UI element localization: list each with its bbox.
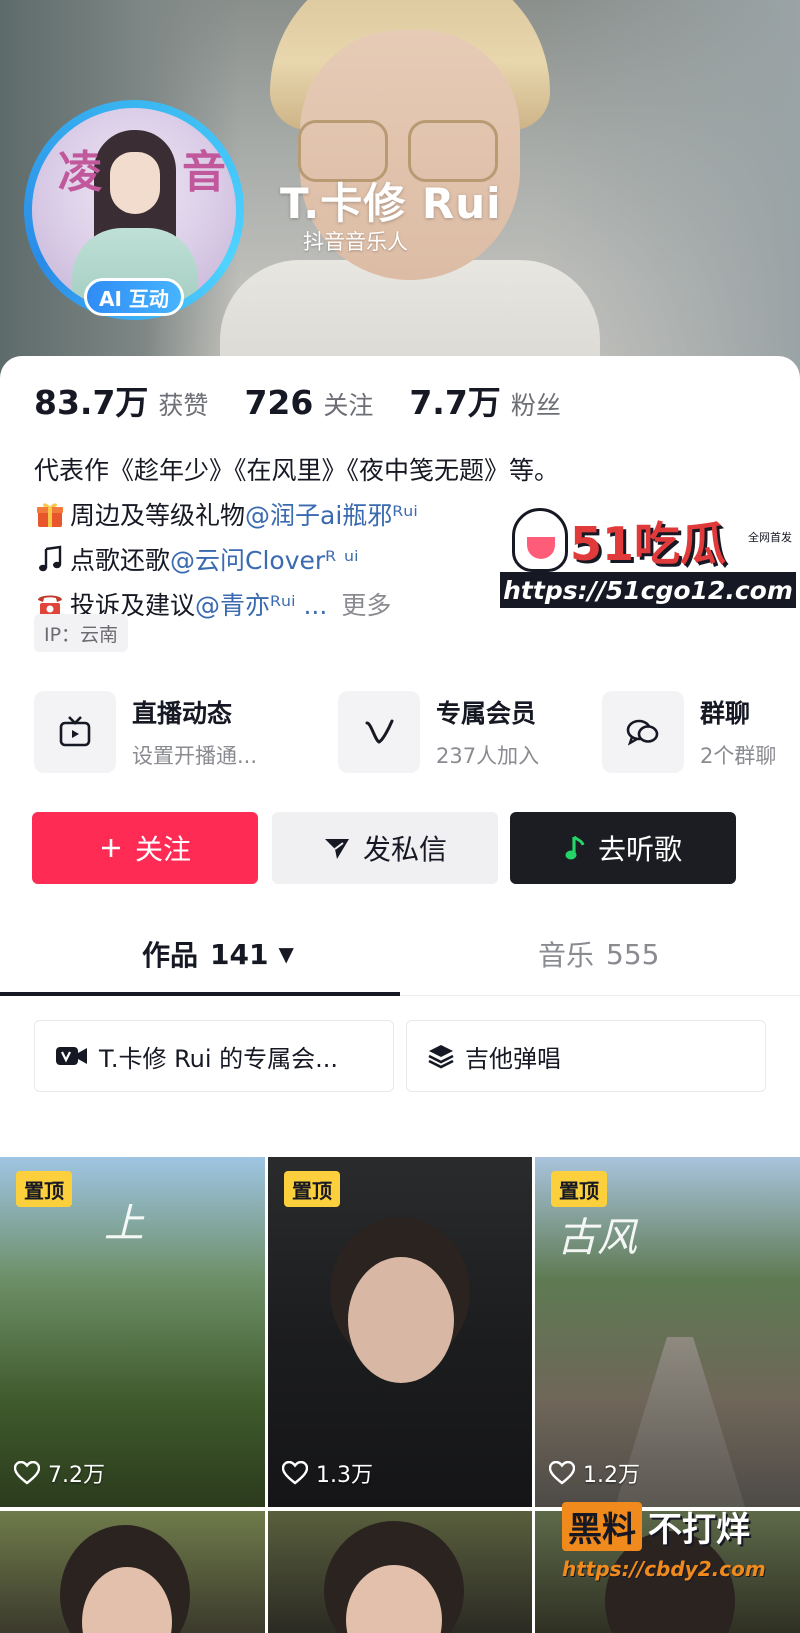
music-note-icon [34,543,66,575]
heart-icon [14,1461,40,1485]
profile-subtitle: 抖音音乐人 [303,230,408,254]
tab-works-count: 141 [210,937,269,971]
service-membership-title: 专属会员 [436,699,537,728]
service-group-title: 群聊 [700,699,751,728]
watermark-cbdy-box: 黑料 [562,1502,642,1551]
video-overlay-text: 上 [104,1201,144,1247]
collections-row: T.卡修 Rui 的专属会... 吉他弹唱 [34,1020,774,1092]
collection-member-exclusive[interactable]: T.卡修 Rui 的专属会... [34,1020,394,1092]
gift-icon [34,498,66,530]
video-tile[interactable] [268,1511,532,1633]
service-live-sub: 设置开播通... [132,744,258,768]
mention-gifts[interactable]: @润子ai瓶邪ᴿᵘⁱ [245,496,418,532]
video-tile[interactable]: 上 置顶 7.2万 [0,1157,265,1507]
ip-location-tag: IP：云南 [34,614,129,652]
watermark-51cg: 51吃瓜 全网首发 https://51cgo12.com [500,508,796,612]
service-group-sub: 2个群聊 [700,744,777,768]
tab-active-indicator [0,992,400,996]
video-likes-count: 7.2万 [48,1463,105,1488]
service-group-chat[interactable]: 群聊 2个群聊 [602,674,776,790]
chat-bubbles-icon [602,691,684,773]
video-likes-count: 1.3万 [316,1463,373,1488]
content-tabs: 作品 141 ▼ 音乐 555 [0,912,800,996]
watermark-51cg-logo: 51吃瓜 [570,517,727,571]
service-live-title: 直播动态 [132,699,233,728]
video-tile[interactable]: 古风 置顶 1.2万 [535,1157,800,1507]
tab-works-label: 作品 [142,939,199,972]
ai-interaction-badge[interactable]: AI 互动 [84,278,184,316]
pinned-badge: 置顶 [551,1171,607,1207]
video-overlay-text: 古风 [557,1215,637,1261]
collection-guitar-label: 吉他弹唱 [465,1044,561,1073]
collection-guitar[interactable]: 吉他弹唱 [406,1020,766,1092]
services-row: 直播动态 设置开播通... 专属会员 237人加入 群聊 2个群聊 [34,674,800,794]
music-note-green-icon [564,834,586,862]
video-likes: 1.2万 [549,1457,640,1489]
watermark-cbdy-url: https://cbdy2.com [562,1557,766,1581]
tab-works[interactable]: 作品 141 ▼ [142,912,294,996]
v-badge-icon [338,691,420,773]
video-likes: 7.2万 [14,1457,105,1489]
video-likes-count: 1.2万 [583,1463,640,1488]
followers-count[interactable]: 7.7万 [409,376,500,424]
heart-icon [282,1461,308,1485]
follow-button[interactable]: 关注 [32,812,258,884]
follow-button-label: 关注 [134,833,191,866]
bio-line-works: 代表作《趁年少》《在风里》《夜中笺无题》等。 [34,446,714,491]
heart-icon [549,1461,575,1485]
likes-count: 83.7万 [34,383,149,422]
profile-header: 凌 音 AI 互动 T.卡修 Rui 抖音音乐人 [0,0,800,380]
following-count[interactable]: 726 [244,383,313,422]
watermark-cbdy-text: 不打烊 [648,1510,750,1550]
service-membership[interactable]: 专属会员 237人加入 [338,674,539,790]
collection-member-label: T.卡修 Rui 的专属会... [99,1044,339,1073]
listen-music-label: 去听歌 [597,833,682,866]
action-buttons: 关注 发私信 去听歌 [32,812,768,884]
service-membership-sub: 237人加入 [436,744,540,768]
bio-works-text: 代表作《趁年少》《在风里》《夜中笺无题》等。 [34,455,560,485]
watermark-51cg-url: https://51cgo12.com [500,572,796,608]
bio-songs-text: 点歌还歌 [70,545,171,575]
mention-complaints[interactable]: @青亦ᴿᵘⁱ ... [195,586,327,622]
pinned-badge: 置顶 [16,1171,72,1207]
bio-gifts-text: 周边及等级礼物 [70,500,246,530]
likes-label: 获赞 [158,391,209,420]
profile-name: T.卡修 Rui [280,179,502,228]
followers-label[interactable]: 粉丝 [511,386,561,422]
message-button[interactable]: 发私信 [272,812,498,884]
caret-down-icon[interactable]: ▼ [278,942,293,966]
service-live-updates[interactable]: 直播动态 设置开播通... [34,674,257,790]
message-button-label: 发私信 [362,833,447,866]
video-tile[interactable]: 置顶 1.3万 [268,1157,532,1507]
video-member-icon [55,1044,89,1068]
tv-icon [34,691,116,773]
watermark-cbdy: 黑料 不打烊 https://cbdy2.com [562,1502,798,1590]
avatar[interactable]: 凌 音 AI 互动 [24,100,244,320]
avatar-calligraphy-left: 凌 [58,147,102,198]
send-icon [323,835,351,861]
video-likes: 1.3万 [282,1457,373,1489]
layers-icon [427,1042,455,1070]
pinned-badge: 置顶 [284,1171,340,1207]
tab-music-count: 555 [606,937,660,971]
video-tile[interactable] [0,1511,265,1633]
panda-mascot-icon [512,508,568,572]
tab-music-label: 音乐 [538,939,595,972]
plus-icon [99,836,123,860]
bio-more-link[interactable]: 更多 [341,586,391,622]
stats-row: 83.7万 获赞 726 关注 7.7万 粉丝 [34,376,597,424]
watermark-51cg-tag: 全网首发 [744,528,796,546]
listen-music-button[interactable]: 去听歌 [510,812,736,884]
mention-songs[interactable]: @云问Cloverᴿ ᵘⁱ [170,541,359,577]
avatar-calligraphy-right: 音 [182,147,226,198]
tab-music[interactable]: 音乐 555 [538,912,659,996]
following-label[interactable]: 关注 [323,386,373,422]
